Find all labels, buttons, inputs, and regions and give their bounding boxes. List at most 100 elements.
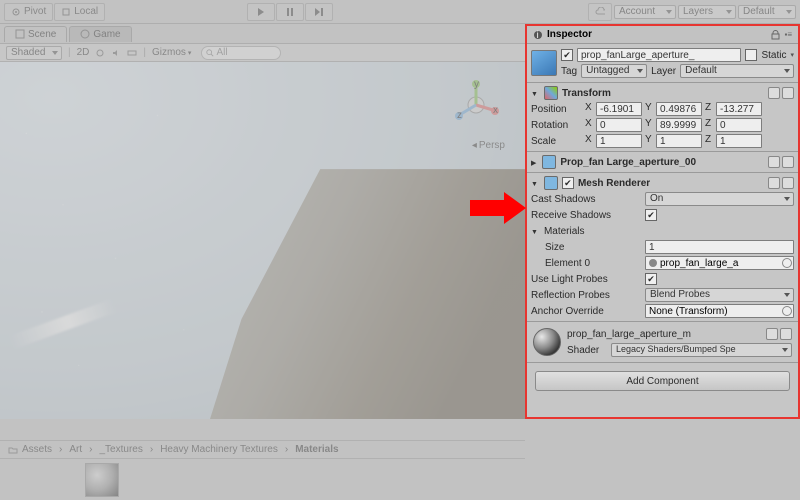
pos-z[interactable] xyxy=(716,102,762,116)
cast-shadows-dropdown[interactable]: On xyxy=(645,192,794,206)
scl-z[interactable] xyxy=(716,134,762,148)
static-dropdown-icon[interactable]: ▾ xyxy=(790,51,794,59)
svg-text:y: y xyxy=(474,80,479,90)
folder-icon xyxy=(8,445,18,455)
mat-el0-label: Element 0 xyxy=(545,258,641,269)
help-icon[interactable] xyxy=(768,156,780,168)
gizmos-label: Gizmos xyxy=(152,47,186,58)
persp-label[interactable]: Persp xyxy=(472,140,505,151)
light-icon[interactable] xyxy=(95,48,105,58)
meshrenderer-enabled[interactable] xyxy=(562,177,574,189)
gear-icon[interactable] xyxy=(782,87,794,99)
gear-icon[interactable] xyxy=(782,177,794,189)
rot-y[interactable] xyxy=(656,118,702,132)
object-name-input[interactable] xyxy=(577,48,741,62)
asset-thumbnail[interactable] xyxy=(85,463,119,497)
play-button[interactable] xyxy=(247,3,275,21)
help-icon[interactable] xyxy=(768,87,780,99)
local-button[interactable]: Local xyxy=(54,3,105,21)
materials-foldout[interactable] xyxy=(531,226,540,237)
gizmos-dropdown[interactable]: Gizmos ▾ xyxy=(152,47,191,58)
2d-toggle[interactable]: 2D xyxy=(77,47,90,58)
tag-dropdown[interactable]: Untagged xyxy=(581,64,647,78)
scl-y[interactable] xyxy=(656,134,702,148)
lightprobes-checkbox[interactable] xyxy=(645,273,657,285)
pos-x[interactable] xyxy=(596,102,642,116)
cast-shadows-label: Cast Shadows xyxy=(531,194,641,205)
transform-title: Transform xyxy=(562,88,611,99)
project-panel: Assets Art _Textures Heavy Machinery Tex… xyxy=(0,440,525,500)
rot-x[interactable] xyxy=(596,118,642,132)
help-icon[interactable] xyxy=(766,328,778,340)
pivot-button[interactable]: Pivot xyxy=(4,3,53,21)
cloud-button[interactable] xyxy=(588,3,612,21)
object-picker-icon[interactable] xyxy=(782,258,792,268)
reflprobes-value: Blend Probes xyxy=(650,289,710,300)
tab-scene[interactable]: Scene xyxy=(4,26,67,42)
crumb[interactable]: Heavy Machinery Textures xyxy=(160,444,278,455)
tab-game-label: Game xyxy=(93,29,120,40)
material-preview-icon[interactable] xyxy=(533,328,561,356)
gameobject-icon[interactable] xyxy=(531,50,557,76)
reflprobes-label: Reflection Probes xyxy=(531,290,641,301)
axis-gizmo[interactable]: y x z xyxy=(451,80,501,130)
static-checkbox[interactable] xyxy=(745,49,757,61)
mat-size-input[interactable] xyxy=(645,240,794,254)
scene-search[interactable]: All xyxy=(201,46,281,60)
scl-x[interactable] xyxy=(596,134,642,148)
help-icon[interactable] xyxy=(768,177,780,189)
scene-viewport[interactable]: y x z Persp xyxy=(0,62,525,419)
pause-button[interactable] xyxy=(276,3,304,21)
crumb[interactable]: Art xyxy=(69,444,82,455)
pos-y[interactable] xyxy=(656,102,702,116)
lock-icon[interactable] xyxy=(771,30,780,40)
inspector-tab[interactable]: i Inspector ▪≡ xyxy=(527,26,798,44)
receive-shadows-checkbox[interactable] xyxy=(645,209,657,221)
gear-icon[interactable] xyxy=(780,328,792,340)
anchor-field[interactable]: None (Transform) xyxy=(645,304,794,318)
menu-icon[interactable]: ▪≡ xyxy=(784,30,792,40)
draw-mode-dropdown[interactable]: Shaded xyxy=(6,46,62,60)
transform-foldout[interactable] xyxy=(531,88,540,99)
crumb[interactable]: Materials xyxy=(295,444,338,455)
account-label: Account xyxy=(619,6,655,17)
mat-el0-field[interactable]: prop_fan_large_a xyxy=(645,256,794,270)
receive-shadows-label: Receive Shadows xyxy=(531,210,641,221)
tab-game[interactable]: Game xyxy=(69,26,131,42)
step-button[interactable] xyxy=(305,3,333,21)
shader-label: Shader xyxy=(567,345,607,356)
active-checkbox[interactable] xyxy=(561,49,573,61)
mesh-renderer-component: Mesh Renderer Cast ShadowsOn Receive Sha… xyxy=(527,173,798,322)
add-component-button[interactable]: Add Component xyxy=(535,371,790,391)
info-icon: i xyxy=(533,30,543,40)
shader-dropdown[interactable]: Legacy Shaders/Bumped Spe xyxy=(611,343,792,357)
material-header: prop_fan_large_aperture_m ShaderLegacy S… xyxy=(527,322,798,363)
layers-dropdown[interactable]: Layers xyxy=(678,5,736,19)
reflprobes-dropdown[interactable]: Blend Probes xyxy=(645,288,794,302)
layout-dropdown[interactable]: Default xyxy=(738,5,796,19)
scene-tabs: Scene Game xyxy=(0,24,525,44)
search-placeholder: All xyxy=(216,47,227,58)
mat-el0-value: prop_fan_large_a xyxy=(660,258,738,269)
lightprobes-label: Use Light Probes xyxy=(531,274,641,285)
object-picker-icon[interactable] xyxy=(782,306,792,316)
audio-icon[interactable] xyxy=(111,48,121,58)
fx-icon[interactable] xyxy=(127,48,137,58)
anchor-label: Anchor Override xyxy=(531,306,641,317)
crumb[interactable]: Assets xyxy=(22,444,52,455)
meshrenderer-icon xyxy=(544,176,558,190)
pivot-label: Pivot xyxy=(24,6,46,17)
rot-z[interactable] xyxy=(716,118,762,132)
crumb[interactable]: _Textures xyxy=(99,444,142,455)
meshrenderer-foldout[interactable] xyxy=(531,178,540,189)
meshfilter-title: Prop_fan Large_aperture_00 xyxy=(560,157,764,168)
inspector-tab-label: Inspector xyxy=(547,29,592,40)
account-dropdown[interactable]: Account xyxy=(614,5,676,19)
layout-label: Default xyxy=(743,6,775,17)
pause-icon xyxy=(286,8,294,16)
layer-dropdown[interactable]: Default xyxy=(680,64,794,78)
draw-mode-label: Shaded xyxy=(11,47,45,58)
inspector-panel: i Inspector ▪≡ Static ▾ xyxy=(525,24,800,419)
gear-icon[interactable] xyxy=(782,156,794,168)
meshfilter-foldout[interactable] xyxy=(531,157,538,168)
